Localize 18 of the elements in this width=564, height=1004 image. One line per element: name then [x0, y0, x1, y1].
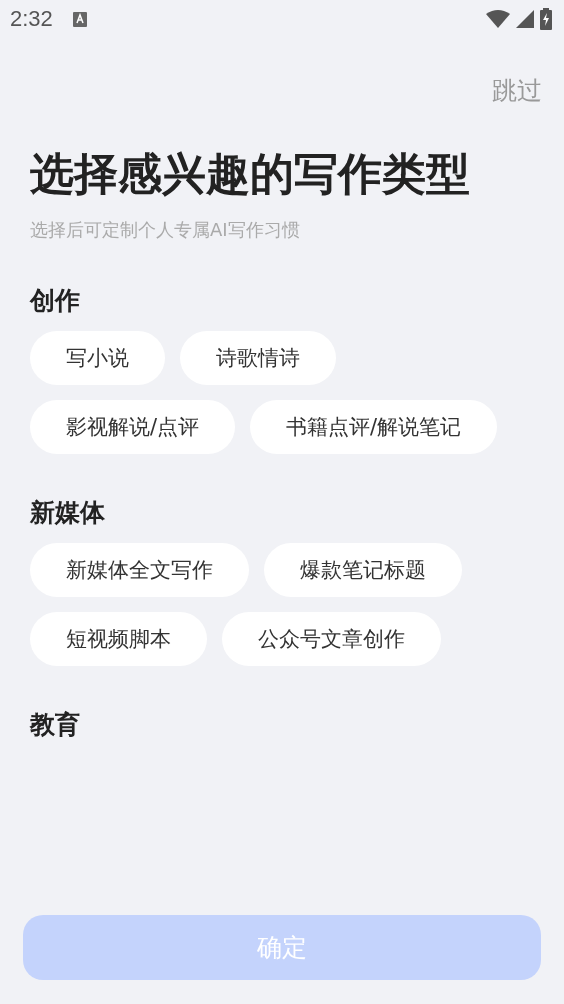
category-chip[interactable]: 爆款笔记标题: [264, 543, 462, 597]
category-chip[interactable]: 写小说: [30, 331, 165, 385]
category-chip[interactable]: 新媒体全文写作: [30, 543, 249, 597]
wifi-icon: [486, 10, 510, 28]
battery-icon: [540, 8, 552, 30]
section-heading: 新媒体: [30, 497, 106, 529]
page-title: 选择感兴趣的写作类型: [30, 147, 471, 201]
signal-icon: [516, 10, 534, 28]
page-subtitle: 选择后可定制个人专属AI写作习惯: [30, 218, 301, 242]
status-time: 2:32: [10, 6, 53, 32]
section-heading: 教育: [30, 709, 81, 741]
category-chip[interactable]: 书籍点评/解说笔记: [250, 400, 498, 454]
notification-icon: [72, 11, 87, 27]
section-heading: 创作: [30, 285, 81, 317]
category-chip[interactable]: 公众号文章创作: [222, 612, 441, 666]
category-chip[interactable]: 诗歌情诗: [180, 331, 336, 385]
category-chip[interactable]: 短视频脚本: [30, 612, 207, 666]
category-chip[interactable]: 影视解说/点评: [30, 400, 236, 454]
